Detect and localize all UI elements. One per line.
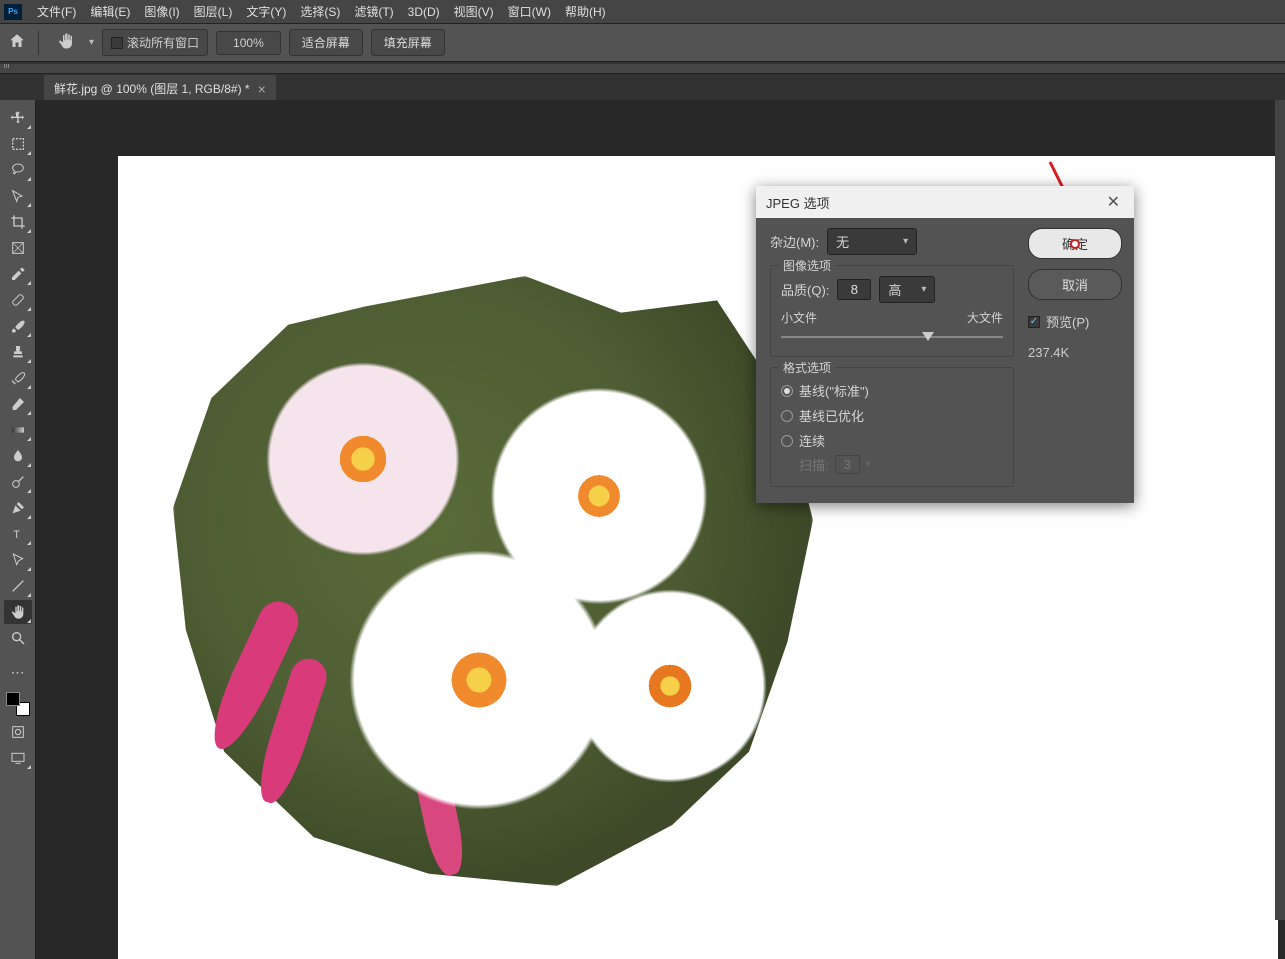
- lasso-tool[interactable]: [4, 158, 32, 182]
- jpeg-options-dialog: JPEG 选项 ✕ 杂边(M): 无 ▾ 图像选项 品质(Q): 高 ▾: [756, 186, 1134, 503]
- zoom-level[interactable]: 100%: [216, 31, 281, 55]
- eraser-tool[interactable]: [4, 392, 32, 416]
- close-icon[interactable]: ✕: [1103, 192, 1124, 212]
- dropdown-arrow-icon[interactable]: ▾: [89, 37, 94, 48]
- menu-3d[interactable]: 3D(D): [401, 2, 447, 22]
- stamp-tool[interactable]: [4, 340, 32, 364]
- dialog-title: JPEG 选项: [766, 193, 830, 212]
- zoom-tool[interactable]: [4, 626, 32, 650]
- menu-edit[interactable]: 编辑(E): [83, 0, 137, 23]
- menu-help[interactable]: 帮助(H): [558, 0, 613, 23]
- large-file-label: 大文件: [967, 309, 1003, 326]
- quickmask-tool[interactable]: [4, 720, 32, 744]
- type-tool[interactable]: T: [4, 522, 32, 546]
- divider: [38, 31, 39, 55]
- matte-label: 杂边(M):: [770, 232, 819, 251]
- svg-text:T: T: [13, 529, 20, 541]
- quick-select-tool[interactable]: [4, 184, 32, 208]
- hand-tool-icon[interactable]: [57, 32, 75, 53]
- scan-value: 3: [835, 455, 860, 474]
- radio-optimized[interactable]: 基线已优化: [781, 403, 1003, 428]
- document-tab[interactable]: 鲜花.jpg @ 100% (图层 1, RGB/8#) * ×: [44, 75, 276, 102]
- eyedropper-tool[interactable]: [4, 262, 32, 286]
- radio-baseline[interactable]: 基线("标准"): [781, 378, 1003, 403]
- small-file-label: 小文件: [781, 309, 817, 326]
- radio-progressive-label: 连续: [799, 431, 825, 450]
- cancel-button[interactable]: 取消: [1028, 269, 1122, 300]
- matte-select[interactable]: 无 ▾: [827, 228, 917, 255]
- menu-bar: Ps 文件(F) 编辑(E) 图像(I) 图层(L) 文字(Y) 选择(S) 滤…: [0, 0, 1285, 24]
- radio-progressive[interactable]: 连续: [781, 428, 1003, 453]
- document-tabbar: 鲜花.jpg @ 100% (图层 1, RGB/8#) * ×: [0, 74, 1285, 102]
- slider-thumb[interactable]: [922, 332, 934, 341]
- menu-select[interactable]: 选择(S): [293, 0, 347, 23]
- radio-icon: [781, 385, 793, 397]
- menu-type[interactable]: 文字(Y): [239, 0, 293, 23]
- dialog-titlebar[interactable]: JPEG 选项 ✕: [756, 186, 1134, 218]
- checkbox-icon: [111, 37, 123, 49]
- format-options-legend: 格式选项: [779, 359, 835, 376]
- fit-screen-button[interactable]: 适合屏幕: [289, 29, 363, 56]
- foreground-color[interactable]: [6, 692, 20, 706]
- fill-screen-button[interactable]: 填充屏幕: [371, 29, 445, 56]
- panel-handle[interactable]: [0, 64, 1285, 74]
- screenmode-tool[interactable]: [4, 746, 32, 770]
- path-select-tool[interactable]: [4, 548, 32, 572]
- quality-label: 品质(Q):: [781, 280, 829, 299]
- chevron-down-icon: ▾: [903, 236, 908, 247]
- quality-preset-value: 高: [888, 280, 901, 299]
- blur-tool[interactable]: [4, 444, 32, 468]
- history-brush-tool[interactable]: [4, 366, 32, 390]
- color-swatches[interactable]: [4, 690, 32, 718]
- app-logo: Ps: [4, 4, 22, 20]
- menu-view[interactable]: 视图(V): [447, 0, 501, 23]
- gradient-tool[interactable]: [4, 418, 32, 442]
- checkbox-icon: [1028, 316, 1040, 328]
- ok-button[interactable]: 确定: [1028, 228, 1122, 259]
- healing-tool[interactable]: [4, 288, 32, 312]
- quality-slider[interactable]: [781, 330, 1003, 344]
- scroll-all-label: 滚动所有窗口: [127, 34, 199, 51]
- radio-optimized-label: 基线已优化: [799, 406, 864, 425]
- radio-baseline-label: 基线("标准"): [799, 381, 869, 400]
- move-tool[interactable]: [4, 106, 32, 130]
- dodge-tool[interactable]: [4, 470, 32, 494]
- brush-tool[interactable]: [4, 314, 32, 338]
- close-tab-icon[interactable]: ×: [258, 81, 266, 97]
- menu-image[interactable]: 图像(I): [137, 0, 186, 23]
- right-panel-collapsed[interactable]: [1275, 100, 1285, 920]
- chevron-down-icon: ▾: [921, 284, 926, 295]
- quality-preset-select[interactable]: 高 ▾: [879, 276, 935, 303]
- crop-tool[interactable]: [4, 210, 32, 234]
- hand-tool[interactable]: [4, 600, 32, 624]
- frame-tool[interactable]: [4, 236, 32, 260]
- marquee-tool[interactable]: [4, 132, 32, 156]
- image-content: [173, 276, 813, 886]
- menu-file[interactable]: 文件(F): [30, 0, 83, 23]
- image-options-group: 图像选项 品质(Q): 高 ▾ 小文件 大文件: [770, 265, 1014, 357]
- edit-toolbar-icon[interactable]: ⋯: [4, 660, 32, 684]
- image-options-legend: 图像选项: [779, 257, 835, 274]
- scan-label: 扫描:: [799, 455, 829, 474]
- scroll-all-windows-checkbox[interactable]: 滚动所有窗口: [102, 29, 208, 56]
- preview-label: 预览(P): [1046, 312, 1089, 331]
- document-tab-title: 鲜花.jpg @ 100% (图层 1, RGB/8#) *: [54, 80, 250, 97]
- shape-tool[interactable]: [4, 574, 32, 598]
- preview-checkbox[interactable]: 预览(P): [1028, 312, 1122, 331]
- matte-value: 无: [836, 232, 849, 251]
- tool-panel: T ⋯: [0, 100, 36, 959]
- format-options-group: 格式选项 基线("标准") 基线已优化 连续 扫描: 3 ▾: [770, 367, 1014, 487]
- radio-icon: [781, 410, 793, 422]
- home-icon[interactable]: [8, 32, 26, 53]
- filesize-label: 237.4K: [1028, 345, 1122, 360]
- menu-layer[interactable]: 图层(L): [187, 0, 240, 23]
- quality-input[interactable]: [837, 279, 871, 300]
- menu-filter[interactable]: 滤镜(T): [347, 0, 400, 23]
- options-bar: ▾ 滚动所有窗口 100% 适合屏幕 填充屏幕: [0, 24, 1285, 62]
- menu-window[interactable]: 窗口(W): [501, 0, 558, 23]
- cursor-icon: [1070, 239, 1080, 249]
- radio-icon: [781, 435, 793, 447]
- scan-row: 扫描: 3 ▾: [781, 455, 1003, 474]
- pen-tool[interactable]: [4, 496, 32, 520]
